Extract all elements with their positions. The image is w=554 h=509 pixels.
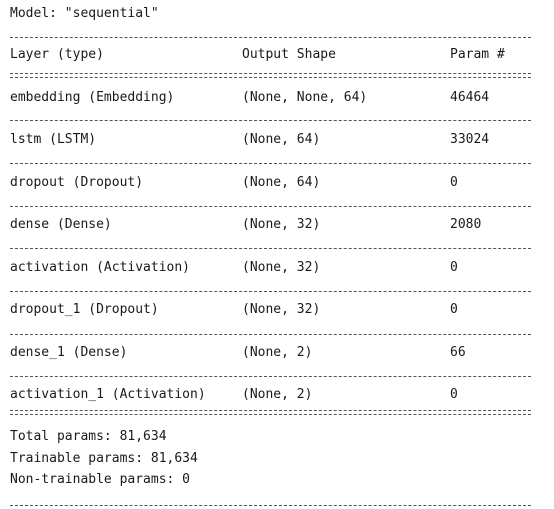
bottom-rule [10,505,531,506]
non-trainable-params: Non-trainable params: 0 [10,472,191,487]
layer-param-count: 66 [450,345,466,360]
header-double-rule [10,73,531,78]
model-title: Model: "sequential" [10,6,159,21]
header-row: Layer (type) Output Shape Param # [10,47,531,63]
row-separator [10,163,531,164]
table-row: activation (Activation) (None, 32) 0 [10,260,531,276]
table-row: lstm (LSTM) (None, 64) 33024 [10,132,531,148]
layer-name: dropout (Dropout) [10,175,144,190]
layer-param-count: 46464 [450,90,490,105]
table-row: embedding (Embedding) (None, None, 64) 4… [10,90,531,106]
row-separator [10,206,531,207]
layer-name: dense_1 (Dense) [10,345,128,360]
header-param-count: Param # [450,47,505,62]
top-rule [10,37,531,38]
layer-output-shape: (None, 64) [242,175,321,190]
header-output-shape: Output Shape [242,47,336,62]
layer-output-shape: (None, 32) [242,217,321,232]
row-separator [10,334,531,335]
table-row: dropout (Dropout) (None, 64) 0 [10,175,531,191]
row-separator [10,248,531,249]
layer-name: embedding (Embedding) [10,90,175,105]
layer-output-shape: (None, None, 64) [242,90,368,105]
model-summary-page: { "model_title": "Model: \"sequential\""… [0,0,554,509]
layer-param-count: 0 [450,260,458,275]
layer-output-shape: (None, 32) [242,260,321,275]
layer-param-count: 0 [450,175,458,190]
layer-param-count: 0 [450,387,458,402]
table-row: activation_1 (Activation) (None, 2) 0 [10,387,531,403]
layer-name: activation (Activation) [10,260,191,275]
layer-output-shape: (None, 32) [242,302,321,317]
layer-param-count: 33024 [450,132,490,147]
trainable-params: Trainable params: 81,634 [10,451,198,466]
layer-param-count: 0 [450,302,458,317]
layer-output-shape: (None, 2) [242,345,313,360]
table-row: dense (Dense) (None, 32) 2080 [10,217,531,233]
table-row: dropout_1 (Dropout) (None, 32) 0 [10,302,531,318]
row-separator [10,120,531,121]
table-row: dense_1 (Dense) (None, 2) 66 [10,345,531,361]
layer-param-count: 2080 [450,217,482,232]
layer-name: activation_1 (Activation) [10,387,206,402]
layer-name: dense (Dense) [10,217,112,232]
row-separator [10,376,531,377]
layer-output-shape: (None, 2) [242,387,313,402]
row-separator [10,291,531,292]
layer-name: lstm (LSTM) [10,132,97,147]
total-params: Total params: 81,634 [10,429,167,444]
layer-name: dropout_1 (Dropout) [10,302,159,317]
layer-output-shape: (None, 64) [242,132,321,147]
header-layer-type: Layer (type) [10,47,104,62]
footer-double-rule [10,410,531,415]
